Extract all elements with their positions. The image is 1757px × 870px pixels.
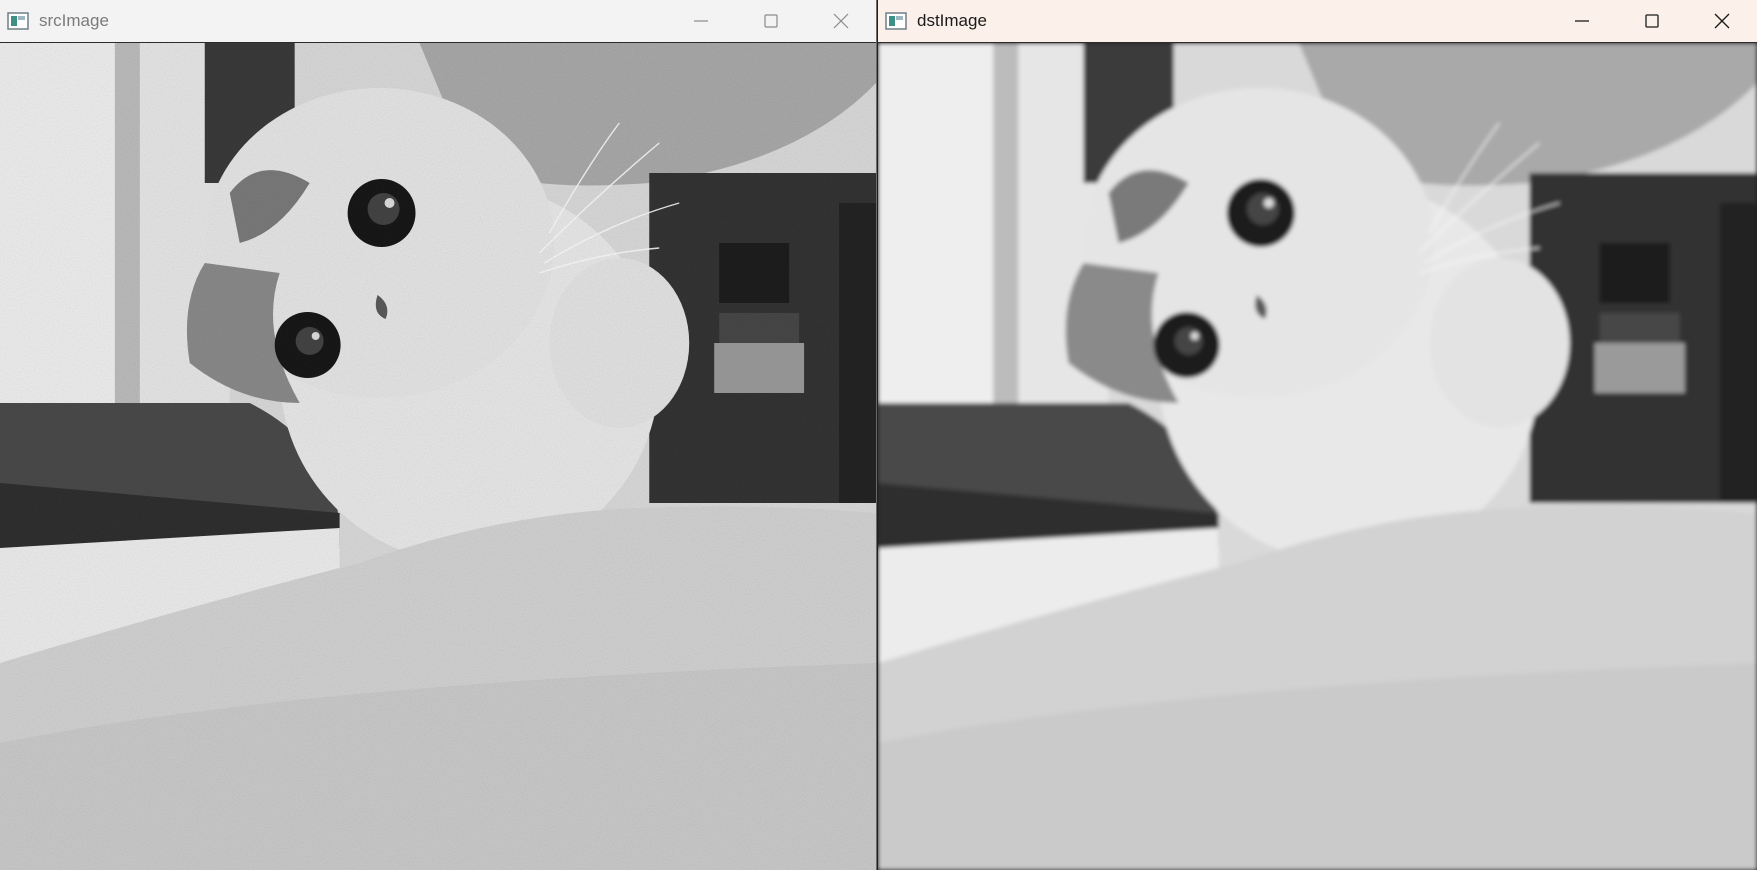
minimize-button[interactable] bbox=[1547, 0, 1617, 42]
close-icon bbox=[1714, 13, 1730, 29]
src-image-window: srcImage bbox=[0, 0, 877, 870]
title-bar[interactable]: srcImage bbox=[0, 0, 876, 43]
app-icon bbox=[885, 12, 907, 30]
close-button[interactable] bbox=[806, 0, 876, 42]
maximize-icon bbox=[764, 14, 778, 28]
minimize-button[interactable] bbox=[666, 0, 736, 42]
maximize-icon bbox=[1645, 14, 1659, 28]
title-bar[interactable]: dstImage bbox=[878, 0, 1757, 43]
app-icon bbox=[7, 12, 29, 30]
src-image-canvas bbox=[0, 43, 876, 870]
dst-image-window: dstImage bbox=[878, 0, 1757, 870]
kitten-photo-noisy bbox=[0, 43, 876, 870]
window-title: dstImage bbox=[917, 11, 987, 30]
window-title: srcImage bbox=[39, 11, 109, 30]
maximize-button[interactable] bbox=[1617, 0, 1687, 42]
kitten-photo-smoothed bbox=[878, 43, 1757, 870]
maximize-button[interactable] bbox=[736, 0, 806, 42]
close-icon bbox=[833, 13, 849, 29]
dst-image-canvas bbox=[878, 43, 1757, 870]
minimize-icon bbox=[694, 20, 708, 22]
minimize-icon bbox=[1575, 20, 1589, 22]
close-button[interactable] bbox=[1687, 0, 1757, 42]
